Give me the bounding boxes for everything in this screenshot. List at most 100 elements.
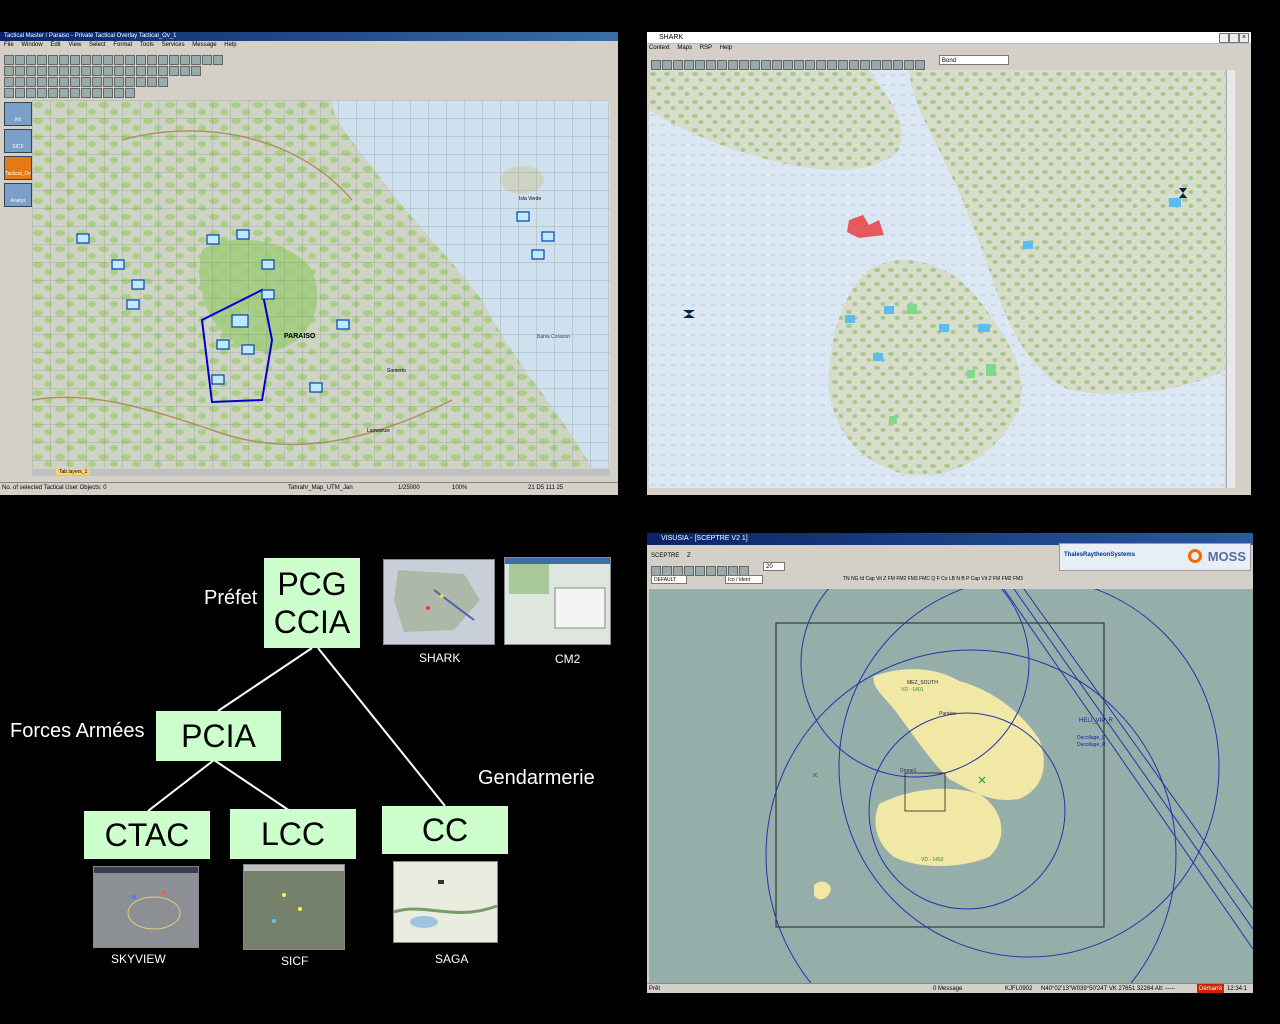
- toolbar-icon[interactable]: [728, 59, 738, 70]
- toolbar-icon[interactable]: [26, 87, 36, 98]
- code-button[interactable]: FM2: [1002, 576, 1012, 582]
- zoom-dropdown[interactable]: 20: [763, 562, 785, 571]
- toolbar-icon[interactable]: [794, 59, 804, 70]
- toolbar-icon[interactable]: [651, 59, 661, 70]
- code-button[interactable]: Vit: [876, 576, 882, 582]
- toolbar-icon[interactable]: [783, 59, 793, 70]
- toolbar-icon[interactable]: [81, 87, 91, 98]
- toolbar-icon[interactable]: [191, 65, 201, 76]
- code-button[interactable]: FM: [993, 576, 1000, 582]
- menu-item[interactable]: Z: [687, 553, 691, 559]
- menu-item[interactable]: Maps: [677, 45, 692, 51]
- menu-item[interactable]: Tools: [140, 42, 154, 48]
- toolbar-icon[interactable]: [805, 59, 815, 70]
- visusia-toolbar-2[interactable]: DEFAULT Ico / Ident TN NG Id Cap Vit Z F…: [647, 574, 1253, 587]
- toolbar-icon[interactable]: [202, 54, 212, 65]
- toolbar-icon[interactable]: [103, 87, 113, 98]
- code-button[interactable]: Q: [931, 576, 935, 582]
- code-button[interactable]: FMC: [919, 576, 930, 582]
- profile-dropdown[interactable]: DEFAULT: [651, 575, 687, 584]
- toolbar-icon[interactable]: [882, 59, 892, 70]
- tactical-toolbar[interactable]: [0, 49, 618, 98]
- maximize-button[interactable]: [1229, 33, 1239, 43]
- menu-item[interactable]: Select: [89, 42, 106, 48]
- shark-right-toolbar[interactable]: [1234, 70, 1249, 488]
- menu-item[interactable]: Format: [113, 42, 132, 48]
- menu-item[interactable]: View: [68, 42, 81, 48]
- code-button[interactable]: N: [956, 576, 960, 582]
- toolbar-icon[interactable]: [816, 59, 826, 70]
- toolbar-icon[interactable]: [860, 59, 870, 70]
- close-button[interactable]: ×: [1239, 33, 1249, 43]
- toolbar-icon[interactable]: [15, 87, 25, 98]
- toolbar-icon[interactable]: [772, 59, 782, 70]
- code-button[interactable]: Z: [988, 576, 991, 582]
- toolbar-icon[interactable]: [169, 65, 179, 76]
- code-button[interactable]: LB: [949, 576, 955, 582]
- toolbar-icon[interactable]: [750, 59, 760, 70]
- code-button[interactable]: Co: [941, 576, 947, 582]
- shark-scrollbar[interactable]: [1226, 70, 1235, 488]
- toolbar-icon[interactable]: [158, 76, 168, 87]
- code-button[interactable]: Id: [860, 576, 864, 582]
- toolbar-icon[interactable]: [213, 54, 223, 65]
- toolbar-icon[interactable]: [92, 87, 102, 98]
- code-button[interactable]: FM: [888, 576, 895, 582]
- toolbar-icon[interactable]: [761, 59, 771, 70]
- toolbar-icon[interactable]: [180, 65, 190, 76]
- toolbar-icon[interactable]: [4, 87, 14, 98]
- menu-item[interactable]: Message: [192, 42, 216, 48]
- toolbar-icon[interactable]: [706, 59, 716, 70]
- code-button[interactable]: Cap: [866, 576, 875, 582]
- radar-map[interactable]: MEZ_SOUTH VD - 1401 Paraiso HELI_VIP_R D…: [649, 589, 1253, 983]
- code-button[interactable]: Vit: [981, 576, 987, 582]
- visusia-toolbar-1[interactable]: 20: [647, 561, 1253, 576]
- code-button[interactable]: P: [966, 576, 969, 582]
- shark-toolbar[interactable]: Bond: [647, 53, 1251, 70]
- menu-item[interactable]: File: [4, 42, 14, 48]
- toolbar-icon[interactable]: [114, 87, 124, 98]
- code-button[interactable]: NG: [851, 576, 859, 582]
- code-button[interactable]: F: [937, 576, 940, 582]
- toolbar-icon[interactable]: [904, 59, 914, 70]
- menu-item[interactable]: Help: [224, 42, 236, 48]
- toolbar-icon[interactable]: [838, 59, 848, 70]
- minimize-button[interactable]: [1219, 33, 1229, 43]
- toolbar-icon[interactable]: [827, 59, 837, 70]
- toolbar-icon[interactable]: [871, 59, 881, 70]
- toolbar-icon[interactable]: [125, 87, 135, 98]
- side-button-sicf[interactable]: SICF: [4, 129, 32, 153]
- toolbar-icon[interactable]: [893, 59, 903, 70]
- toolbar-icon[interactable]: [717, 59, 727, 70]
- toolbar-icon[interactable]: [48, 87, 58, 98]
- code-button[interactable]: Cap: [971, 576, 980, 582]
- toolbar-icon[interactable]: [684, 59, 694, 70]
- menu-item[interactable]: RSP: [700, 45, 712, 51]
- code-button[interactable]: TN: [843, 576, 850, 582]
- code-button[interactable]: FM2: [896, 576, 906, 582]
- toolbar-icon[interactable]: [673, 59, 683, 70]
- menu-item[interactable]: Context: [649, 45, 670, 51]
- toolbar-icon[interactable]: [59, 87, 69, 98]
- toolbar-icon[interactable]: [70, 87, 80, 98]
- toolbar-icon[interactable]: [147, 76, 157, 87]
- menu-item[interactable]: Help: [720, 45, 732, 51]
- tactical-map[interactable]: PARAISO Bahia Corazon Isla Verde Somerto…: [32, 100, 610, 468]
- toolbar-icon[interactable]: [695, 59, 705, 70]
- side-button-kit[interactable]: Kit: [4, 102, 32, 126]
- side-button-analys[interactable]: Analys: [4, 183, 32, 207]
- toolbar-icon[interactable]: [37, 87, 47, 98]
- toolbar-icon[interactable]: [849, 59, 859, 70]
- layer-dropdown[interactable]: Bond: [939, 55, 1009, 65]
- code-button[interactable]: FM3: [1013, 576, 1023, 582]
- toolbar-icon[interactable]: [662, 59, 672, 70]
- side-button-tactical[interactable]: Tactical_Ov: [4, 156, 32, 180]
- menu-item[interactable]: Services: [162, 42, 185, 48]
- toolbar-icon[interactable]: [915, 59, 925, 70]
- shark-map[interactable]: [649, 70, 1225, 488]
- toolbar-icon[interactable]: [136, 76, 146, 87]
- code-button[interactable]: FM3: [908, 576, 918, 582]
- toolbar-icon[interactable]: [739, 59, 749, 70]
- layer-tab[interactable]: Tab.layers_1: [56, 469, 91, 475]
- code-button[interactable]: B: [961, 576, 964, 582]
